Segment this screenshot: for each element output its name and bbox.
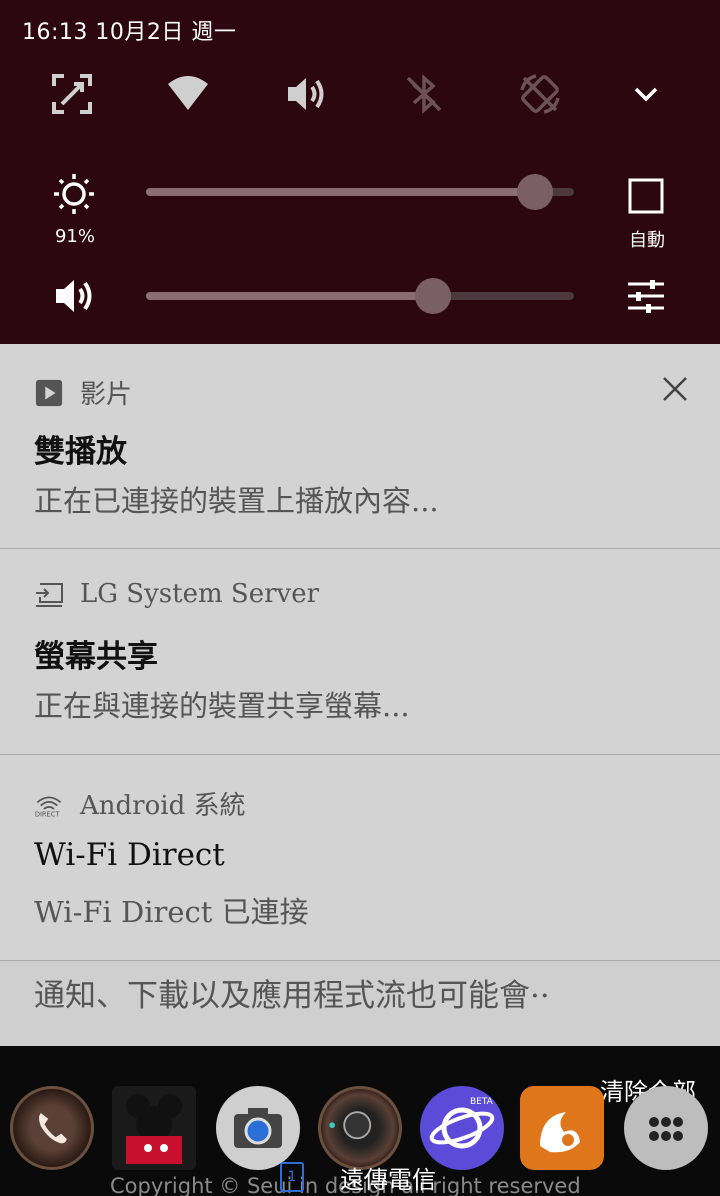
notification-wifi-direct[interactable]: DIRECT Android 系統 Wi-Fi Direct Wi-Fi Dir… [0, 755, 720, 961]
notification-screen-share[interactable]: LG System Server 螢幕共享 正在與連接的裝置共享螢幕... [0, 549, 720, 755]
home-screen-dock: 清除全部 BETA Copyright © Seui in design all… [0, 1046, 720, 1196]
camera2-app-icon[interactable] [318, 1086, 402, 1170]
notification-header: 影片 [34, 374, 132, 411]
expand-chevron-icon[interactable] [622, 70, 670, 118]
app-drawer-icon[interactable] [624, 1086, 708, 1170]
volume-icon [50, 272, 98, 320]
carrier-name: 遠傳電信 [340, 1166, 436, 1194]
screen-capture-icon[interactable] [48, 70, 96, 118]
auto-brightness-label: 自動 [629, 230, 665, 251]
status-time: 16:13 [22, 20, 88, 45]
status-weekday: 週一 [191, 20, 237, 45]
volume-slider-fill [146, 292, 433, 300]
page-indicator[interactable]: 1 [280, 1162, 304, 1192]
notification-text: Wi-Fi Direct 已連接 [34, 895, 309, 929]
app-name: LG System Server [80, 579, 320, 609]
brightness-slider-thumb[interactable] [517, 174, 553, 210]
sound-icon[interactable] [282, 70, 330, 118]
brightness-slider[interactable] [146, 174, 574, 210]
notification-list: 影片 雙播放 正在已連接的裝置上播放內容... LG System Server… [0, 344, 720, 1046]
auto-brightness-checkbox[interactable] [622, 172, 670, 220]
svg-text:BETA: BETA [470, 1097, 494, 1107]
brightness-percent: 91% [54, 226, 95, 247]
notification-dual-play[interactable]: 影片 雙播放 正在已連接的裝置上播放內容... [0, 344, 720, 549]
status-datetime: 16:13 10月2日 週一 [22, 14, 236, 46]
browser-beta-app-icon[interactable]: BETA [420, 1086, 504, 1170]
screen-share-icon [34, 579, 64, 609]
notification-hint-text: 通知、下載以及應用程式流也可能會·· [34, 978, 550, 1014]
quick-settings-panel: 16:13 10月2日 週一 91% 自動 [0, 0, 720, 344]
dismiss-icon[interactable] [660, 374, 690, 404]
notification-title: 螢幕共享 [34, 639, 158, 675]
phone-app-icon[interactable] [10, 1086, 94, 1170]
notification-text: 正在已連接的裝置上播放內容... [34, 484, 439, 518]
brightness-icon [50, 170, 98, 218]
volume-settings-icon[interactable] [622, 272, 670, 320]
brightness-slider-fill [146, 188, 535, 196]
notification-header: DIRECT Android 系統 [34, 785, 246, 822]
notification-title: Wi-Fi Direct [34, 837, 225, 873]
camera-app-icon[interactable] [216, 1086, 300, 1170]
notification-title: 雙播放 [34, 434, 127, 470]
notification-text: 正在與連接的裝置共享螢幕... [34, 689, 410, 723]
notification-header: LG System Server [34, 579, 319, 609]
app-name: 影片 [80, 380, 133, 410]
auto-rotate-off-icon[interactable] [516, 70, 564, 118]
uc-browser-app-icon[interactable] [520, 1086, 604, 1170]
svg-text:DIRECT: DIRECT [35, 810, 61, 818]
play-icon [34, 378, 64, 408]
volume-slider[interactable] [146, 278, 574, 314]
volume-slider-thumb[interactable] [415, 278, 451, 314]
wifi-icon[interactable] [164, 70, 212, 118]
app-name: Android 系統 [80, 791, 246, 821]
wifi-direct-icon: DIRECT [34, 789, 64, 819]
mickey-app-icon[interactable] [112, 1086, 196, 1170]
bluetooth-off-icon[interactable] [400, 70, 448, 118]
status-date: 10月2日 [95, 20, 184, 45]
